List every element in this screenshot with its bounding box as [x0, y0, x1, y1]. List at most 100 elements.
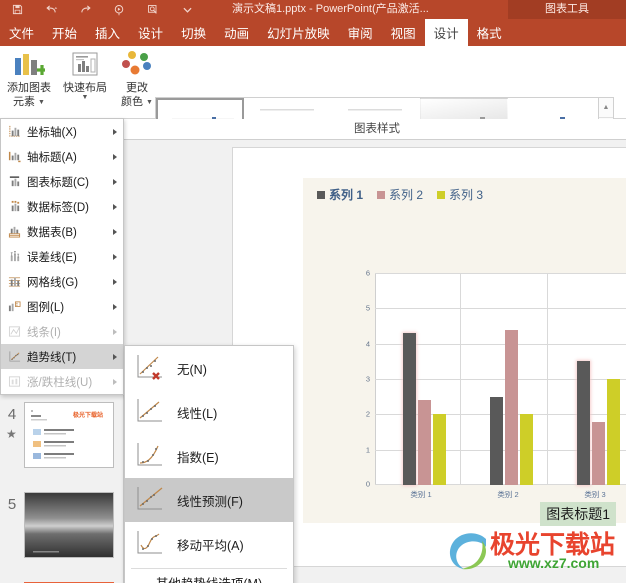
y-tick-5: 5: [365, 303, 370, 313]
submenu-item-more-trendline-options[interactable]: 其他趋势线选项(M): [125, 571, 293, 583]
y-tick-3: 3: [365, 374, 370, 384]
menu-item-error-bars-label: 误差线(E): [27, 251, 77, 264]
add-chart-element-button[interactable]: 添加图表 元素 ▼: [2, 48, 56, 108]
chevron-right-icon: [113, 128, 117, 135]
menu-item-trendline[interactable]: 趋势线(T): [1, 344, 123, 369]
chart-plot-area[interactable]: 6 5 4 3 2 1 0 类别 1 类别 2 类别 3: [366, 269, 626, 499]
submenu-item-linear-forecast[interactable]: 线性预测(F): [125, 478, 293, 522]
x-tick-cat2: 类别 2: [497, 490, 519, 499]
undo-icon[interactable]: [34, 0, 68, 19]
trendline-submenu[interactable]: 无(N) 线性(L) 指数(E) 线性预测(F) 移动平均(A): [124, 345, 294, 583]
tab-chart-design[interactable]: 设计: [424, 19, 468, 46]
slide-preview-5[interactable]: [24, 492, 114, 558]
redo-icon[interactable]: [68, 0, 102, 19]
data-table-icon: [1, 219, 27, 244]
lines-icon: [1, 319, 27, 344]
chevron-down-icon[interactable]: ▼: [146, 99, 153, 106]
trendline-none-icon: [125, 346, 177, 390]
search-icon[interactable]: [136, 0, 170, 19]
powerpoint-window: 演示文稿1.pptx - PowerPoint(产品激活... 图表工具 文件 …: [0, 0, 626, 583]
bar-series2-cat1[interactable]: [418, 400, 431, 485]
y-tick-2: 2: [365, 409, 370, 419]
trendline-linear-icon: [125, 390, 177, 434]
menu-item-axes[interactable]: 坐标轴(X): [1, 119, 123, 144]
menu-item-axis-titles[interactable]: 轴标题(A): [1, 144, 123, 169]
legend-item-series1[interactable]: 系列 1: [317, 186, 363, 203]
legend-swatch-series2: [377, 190, 386, 199]
change-colors-label-line1: 更改: [126, 82, 148, 94]
slide-preview-4[interactable]: 极光下载站: [24, 402, 114, 468]
quick-layout-button[interactable]: 快速布局 ▼: [58, 48, 112, 101]
chevron-right-icon: [113, 253, 117, 260]
submenu-item-moving-average[interactable]: 移动平均(A): [125, 522, 293, 566]
tab-file[interactable]: 文件: [0, 19, 43, 46]
start-slideshow-icon[interactable]: [102, 0, 136, 19]
customize-qat-icon[interactable]: [170, 0, 204, 19]
menu-item-error-bars[interactable]: 误差线(E): [1, 244, 123, 269]
chevron-right-icon: [113, 228, 117, 235]
menu-item-data-labels[interactable]: 数据标签(D): [1, 194, 123, 219]
slide-4-animation-star-icon: ★: [6, 427, 17, 441]
tab-view[interactable]: 视图: [382, 19, 425, 46]
menu-item-data-table-label: 数据表(B): [27, 226, 77, 239]
tab-insert[interactable]: 插入: [86, 19, 129, 46]
menu-item-gridlines-label: 网格线(G): [27, 276, 79, 289]
slide-thumbnail-4[interactable]: 4 极光下载站: [0, 402, 124, 468]
submenu-item-linear-forecast-label: 线性预测(F): [177, 494, 243, 509]
gridline-5: 5: [366, 304, 626, 313]
menu-item-chart-title[interactable]: 图表标题(C): [1, 169, 123, 194]
menu-item-updown-bars: 涨/跌柱线(U): [1, 369, 123, 394]
submenu-item-linear-label: 线性(L): [177, 406, 218, 421]
submenu-item-none-label: 无(N): [177, 362, 207, 377]
menu-item-data-labels-label: 数据标签(D): [27, 201, 89, 214]
chart-legend[interactable]: 系列 1 系列 2 系列 3: [317, 186, 483, 203]
add-chart-element-menu[interactable]: 坐标轴(X) 轴标题(A) 图表标题(C) 数据标签(D) 数据表(B) 误差线…: [0, 118, 124, 395]
menu-item-data-table[interactable]: 数据表(B): [1, 219, 123, 244]
gridlines-icon: [1, 269, 27, 294]
chevron-right-icon: [113, 178, 117, 185]
x-tick-cat3: 类别 3: [584, 490, 606, 499]
category-divider-2: [547, 273, 548, 485]
chart-title-badge: 图表标题1: [540, 502, 616, 526]
menu-item-legend[interactable]: 图例(L): [1, 294, 123, 319]
tab-review[interactable]: 审阅: [339, 19, 382, 46]
chevron-down-icon[interactable]: ▼: [82, 94, 89, 101]
menu-item-chart-title-label: 图表标题(C): [27, 176, 89, 189]
submenu-item-moving-average-label: 移动平均(A): [177, 538, 244, 553]
tab-transitions[interactable]: 切换: [172, 19, 215, 46]
chart-title-icon: [1, 169, 27, 194]
bar-series3-cat3[interactable]: [607, 379, 620, 485]
bar-series2-cat2[interactable]: [505, 329, 518, 485]
tab-slideshow[interactable]: 幻灯片放映: [258, 19, 339, 46]
trendline-icon: [1, 344, 27, 369]
menu-item-gridlines[interactable]: 网格线(G): [1, 269, 123, 294]
bar-series1-cat3[interactable]: [577, 361, 590, 485]
submenu-item-linear[interactable]: 线性(L): [125, 390, 293, 434]
submenu-item-exponential[interactable]: 指数(E): [125, 434, 293, 478]
tab-chart-format[interactable]: 格式: [468, 19, 511, 46]
bar-series2-cat3[interactable]: [592, 421, 605, 485]
save-icon[interactable]: [0, 0, 34, 19]
chevron-right-icon: [113, 353, 117, 360]
submenu-item-exponential-label: 指数(E): [177, 450, 219, 465]
bar-series3-cat2[interactable]: [520, 414, 533, 485]
legend-label-series3: 系列 3: [449, 188, 484, 202]
y-tick-4: 4: [365, 339, 370, 349]
add-chart-element-icon: [13, 48, 45, 80]
submenu-item-none[interactable]: 无(N): [125, 346, 293, 390]
chart-object[interactable]: 系列 1 系列 2 系列 3 6 5 4 3 2 1 0 类别 1 类别 2 类…: [303, 178, 626, 523]
bar-series1-cat1[interactable]: [403, 333, 416, 485]
legend-item-series3[interactable]: 系列 3: [437, 186, 483, 203]
bar-series3-cat1[interactable]: [433, 414, 446, 485]
legend-item-series2[interactable]: 系列 2: [377, 186, 423, 203]
slide-thumbnail-5[interactable]: 5: [0, 492, 124, 558]
gallery-scroll-up-button[interactable]: ▲: [599, 98, 613, 118]
chevron-right-icon: [113, 378, 117, 385]
tab-home[interactable]: 开始: [43, 19, 86, 46]
tab-animations[interactable]: 动画: [215, 19, 258, 46]
tab-design[interactable]: 设计: [129, 19, 172, 46]
bar-series1-cat2[interactable]: [490, 396, 503, 485]
legend-label-series1: 系列 1: [329, 188, 364, 202]
trendline-exponential-icon: [125, 434, 177, 478]
chevron-down-icon[interactable]: ▼: [38, 99, 45, 106]
